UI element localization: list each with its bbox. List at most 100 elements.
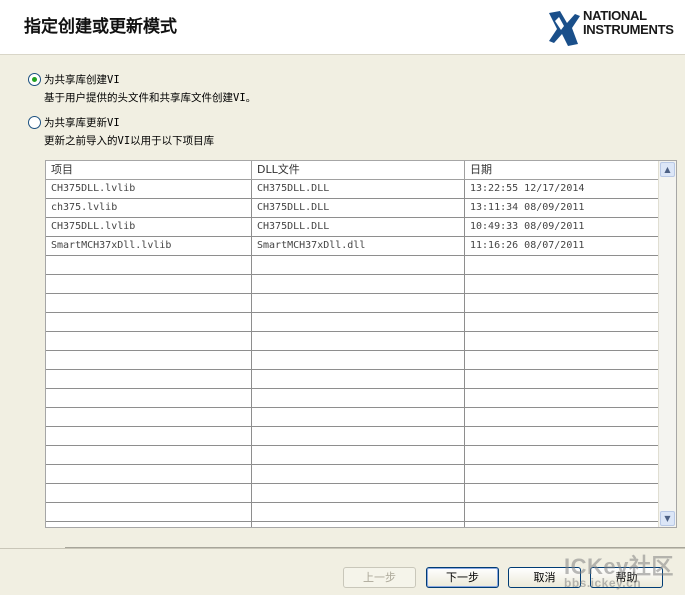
column-header-date[interactable]: 日期 [465, 161, 660, 180]
column-header-dll-file[interactable]: DLL文件 [252, 161, 465, 180]
cell-dll-file [252, 370, 465, 388]
create-vi-description: 基于用户提供的头文件和共享库文件创建VI。 [44, 92, 257, 104]
table-row[interactable] [46, 389, 660, 408]
cell-dll-file [252, 484, 465, 502]
cell-dll-file: CH375DLL.DLL [252, 218, 465, 236]
help-button[interactable]: 帮助 [590, 567, 663, 588]
cancel-button[interactable]: 取消 [508, 567, 581, 588]
cell-project [46, 313, 252, 331]
create-vi-radio[interactable] [28, 73, 41, 86]
table-row[interactable]: SmartMCH37xDll.lvlib SmartMCH37xDll.dll 11… [46, 237, 660, 256]
table-header: 项目 DLL文件 日期 [46, 161, 660, 180]
cell-dll-file [252, 351, 465, 369]
cell-dll-file: CH375DLL.DLL [252, 180, 465, 198]
cell-dll-file [252, 389, 465, 407]
footer-divider [0, 548, 685, 549]
cell-dll-file [252, 503, 465, 521]
table-row[interactable] [46, 465, 660, 484]
table-row[interactable] [46, 332, 660, 351]
ni-logo: NATIONAL INSTRUMENTS [547, 8, 685, 48]
cell-date [465, 294, 660, 312]
cell-project [46, 465, 252, 483]
cell-date [465, 370, 660, 388]
table-row[interactable] [46, 256, 660, 275]
project-library-table[interactable]: 项目 DLL文件 日期 CH375DLL.lvlib CH375DLL.DLL 13… [45, 160, 677, 528]
update-vi-radio[interactable] [28, 116, 41, 129]
cell-date [465, 446, 660, 464]
cell-dll-file [252, 275, 465, 293]
cell-dll-file [252, 313, 465, 331]
cell-project [46, 370, 252, 388]
cell-project [46, 446, 252, 464]
cell-project [46, 408, 252, 426]
wizard-header: 指定创建或更新模式 NATIONAL INSTRUMENTS [0, 0, 685, 55]
cell-project [46, 503, 252, 521]
cell-dll-file [252, 332, 465, 350]
cell-dll-file: SmartMCH37xDll.dll [252, 237, 465, 255]
table-row[interactable]: ch375.lvlib CH375DLL.DLL 13:11:34 08/09/20… [46, 199, 660, 218]
table-row[interactable] [46, 294, 660, 313]
table-row[interactable] [46, 484, 660, 503]
cell-date [465, 275, 660, 293]
cell-project [46, 294, 252, 312]
cell-dll-file [252, 256, 465, 274]
cell-project [46, 427, 252, 445]
cell-date [465, 256, 660, 274]
cell-project: SmartMCH37xDll.lvlib [46, 237, 252, 255]
cell-project [46, 389, 252, 407]
scroll-down-icon[interactable]: ▼ [660, 511, 675, 526]
table-row[interactable] [46, 408, 660, 427]
next-button[interactable]: 下一步 [426, 567, 499, 588]
cell-dll-file [252, 465, 465, 483]
vertical-scrollbar[interactable]: ▲ ▼ [658, 161, 676, 527]
table-body: CH375DLL.lvlib CH375DLL.DLL 13:22:55 12/17… [46, 180, 660, 527]
table-row[interactable] [46, 522, 660, 527]
cell-date: 13:11:34 08/09/2011 [470, 202, 585, 213]
cell-dll-file [252, 408, 465, 426]
cell-date [465, 313, 660, 331]
cell-date [465, 427, 660, 445]
cell-dll-file [252, 294, 465, 312]
cell-date [465, 484, 660, 502]
table-row[interactable] [46, 446, 660, 465]
table-row[interactable]: CH375DLL.lvlib CH375DLL.DLL 10:49:33 08/09… [46, 218, 660, 237]
cell-date [465, 389, 660, 407]
create-vi-label[interactable]: 为共享库创建VI [44, 72, 120, 87]
cell-project: ch375.lvlib [46, 199, 252, 217]
cell-date [465, 408, 660, 426]
cell-date [465, 503, 660, 521]
table-row[interactable] [46, 503, 660, 522]
previous-button[interactable]: 上一步 [343, 567, 416, 588]
cell-date [465, 332, 660, 350]
cell-date: 13:22:55 12/17/2014 [470, 183, 585, 194]
logo-wordmark: NATIONAL INSTRUMENTS [583, 8, 674, 37]
scroll-up-icon[interactable]: ▲ [660, 162, 675, 177]
cell-project: CH375DLL.lvlib [46, 218, 252, 236]
table-row[interactable] [46, 427, 660, 446]
cell-project [46, 484, 252, 502]
cell-project [46, 522, 252, 527]
cell-dll-file [252, 446, 465, 464]
page-title: 指定创建或更新模式 [24, 17, 177, 37]
cell-date [465, 465, 660, 483]
cell-dll-file [252, 427, 465, 445]
cell-project: CH375DLL.lvlib [46, 180, 252, 198]
table-row[interactable] [46, 313, 660, 332]
cell-date: 11:16:26 08/07/2011 [470, 240, 585, 251]
table-row[interactable] [46, 370, 660, 389]
update-vi-description: 更新之前导入的VI以用于以下项目库 [44, 135, 215, 147]
cell-project [46, 256, 252, 274]
table-row[interactable]: CH375DLL.lvlib CH375DLL.DLL 13:22:55 12/17… [46, 180, 660, 199]
update-vi-label[interactable]: 为共享库更新VI [44, 115, 120, 130]
cell-date: 10:49:33 08/09/2011 [470, 221, 585, 232]
table-row[interactable] [46, 351, 660, 370]
cell-project [46, 351, 252, 369]
cell-date [465, 351, 660, 369]
footer-divider-shadow [65, 547, 685, 548]
ni-eagle-icon [549, 11, 580, 46]
cell-date [465, 522, 660, 527]
cell-project [46, 332, 252, 350]
column-header-project[interactable]: 项目 [46, 161, 252, 180]
cell-dll-file: CH375DLL.DLL [252, 199, 465, 217]
table-row[interactable] [46, 275, 660, 294]
